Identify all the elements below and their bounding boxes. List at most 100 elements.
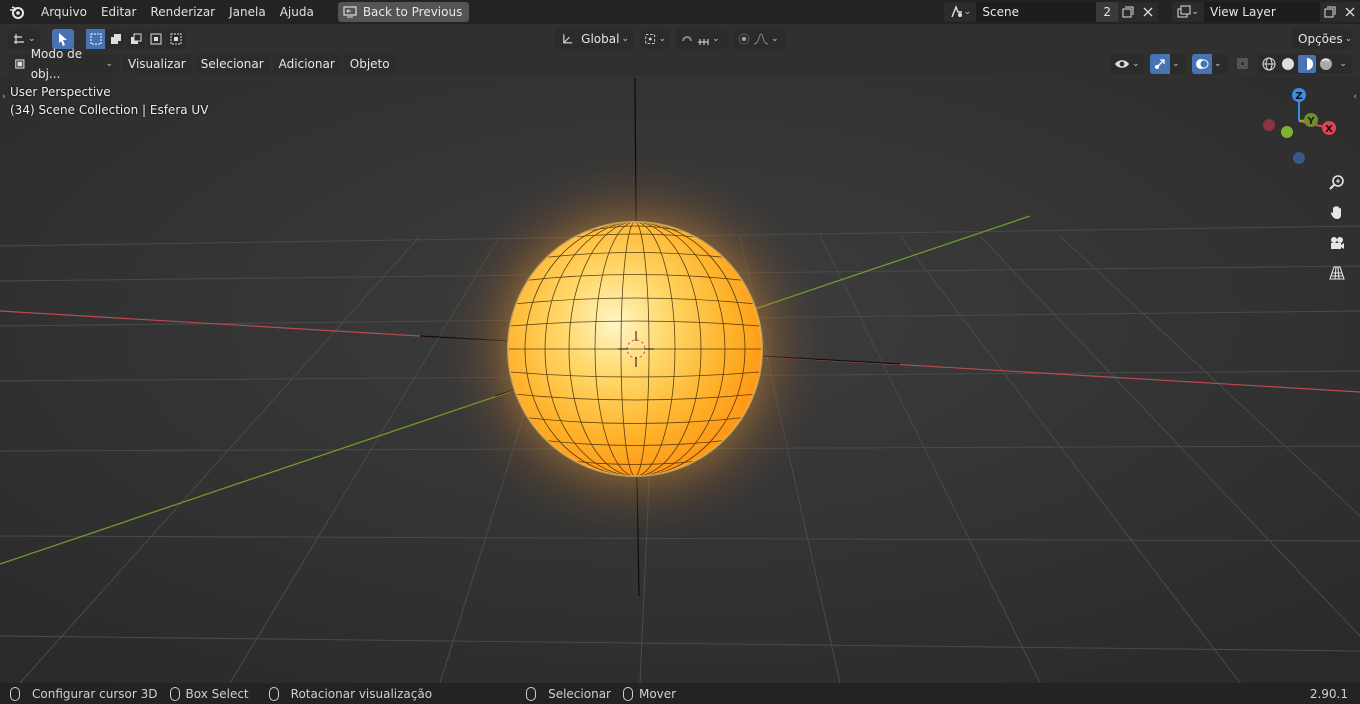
back-to-previous-label: Back to Previous [362,5,463,19]
pan-view-button[interactable] [1326,201,1348,223]
menu-adicionar[interactable]: Adicionar [272,54,341,74]
mouse-drag-icon [622,686,633,701]
tool-header: ⌄ Global ⌄ ⌄ ⌄ ⌄ Opções ⌄ [0,26,1360,52]
material-sphere-icon [1301,58,1313,70]
menu-janela[interactable]: Janela [222,0,273,24]
status-hint-label: Selecionar [548,686,611,701]
duplicate-view-layer-button[interactable] [1320,2,1340,22]
neg-z-axis-handle[interactable] [1293,152,1305,164]
options-dropdown[interactable]: Opções ⌄ [1292,29,1352,49]
interaction-mode-label: Modo de obj... [30,47,83,81]
select-extend-button[interactable] [106,29,125,49]
snap-magnet-icon[interactable] [680,32,694,46]
camera-view-button[interactable] [1326,232,1348,254]
menu-editar[interactable]: Editar [94,0,144,24]
proportional-edit-group: ⌄ [733,29,785,49]
grid-perspective-icon [1329,266,1345,280]
status-hint-label: Box Select [185,686,249,701]
select-subtract-button[interactable] [126,29,145,49]
status-hint-select: Selecionar [526,686,611,701]
rendered-sphere-icon [1320,58,1332,70]
zoom-view-button[interactable] [1326,171,1348,193]
chevron-down-icon[interactable]: ⌄ [1336,59,1350,69]
view-layer-browse-button[interactable]: ⌄ [1172,2,1204,22]
viewport-header: Modo de obj... ⌄ Visualizar Selecionar A… [0,47,1360,81]
menu-visualizar[interactable]: Visualizar [122,54,192,74]
z-axis-handle[interactable]: Z [1292,88,1306,102]
select-intersect-button[interactable] [166,29,185,49]
3d-viewport-icon [14,34,24,44]
mouse-drag-icon [169,686,180,701]
wireframe-shading-button[interactable] [1260,55,1278,73]
pivot-point-icon [645,34,656,44]
version-label: 2.90.1 [1309,686,1348,701]
toggle-perspective-button[interactable] [1326,262,1348,284]
menu-renderizar[interactable]: Renderizar [143,0,222,24]
selection-mode-group [86,29,185,49]
chevron-down-icon: ⌄ [658,34,666,44]
sidebar-expand-icon[interactable]: ‹ [1353,92,1357,102]
menu-selecionar[interactable]: Selecionar [194,54,270,74]
shading-mode-group: ⌄ [1258,54,1352,74]
toolbar-expand-icon[interactable]: › [2,92,6,102]
interaction-mode-dropdown[interactable]: Modo de obj... ⌄ [9,47,119,81]
neg-y-axis-handle[interactable] [1281,126,1293,138]
chevron-down-icon: ⌄ [1344,34,1353,44]
pivot-point-dropdown[interactable]: ⌄ [640,29,670,49]
viewport-canvas[interactable] [0,76,1360,683]
toggle-gizmos-button[interactable] [1150,54,1170,74]
transform-orientation-dropdown[interactable]: Global ⌄ [555,29,633,49]
duplicate-icon [1324,6,1336,18]
menu-objeto[interactable]: Objeto [343,54,396,74]
y-axis-handle[interactable]: Y [1304,113,1318,127]
scene-area: ⌄ Scene 2 ⌄ View Layer [944,2,1360,22]
solid-sphere-icon [1282,58,1294,70]
svg-text:Z: Z [1295,91,1302,102]
snap-increment-icon[interactable] [696,32,710,46]
proportional-edit-icon[interactable] [737,32,751,46]
visibility-dropdown[interactable]: ⌄ [1110,54,1144,74]
menu-arquivo[interactable]: Arquivo [34,0,94,24]
status-hint-label: Mover [638,686,677,701]
orientation-global-icon [563,34,573,44]
toggle-overlays-button[interactable] [1192,54,1212,74]
material-preview-shading-button[interactable] [1298,55,1316,73]
uv-sphere[interactable] [507,221,763,477]
status-hint-rotate-view: Rotacionar visualização [268,686,433,701]
solid-shading-button[interactable] [1279,55,1297,73]
scene-name-field[interactable]: Scene [976,2,1097,22]
chevron-down-icon: ⌄ [712,34,720,44]
status-hint-label: Rotacionar visualização [290,686,433,701]
scene-collection-label: (34) Scene Collection | Esfera UV [10,103,209,117]
screen-back-icon [343,6,357,18]
delete-scene-button[interactable] [1138,2,1158,22]
status-hint-box-select: Box Select [169,686,249,701]
close-icon [1345,7,1355,17]
mouse-left-icon [10,686,20,701]
hand-icon [1330,206,1341,219]
delete-view-layer-button[interactable] [1340,2,1360,22]
back-to-previous-button[interactable]: Back to Previous [337,2,470,22]
scene-users-count[interactable]: 2 [1096,2,1118,22]
select-difference-button[interactable] [146,29,165,49]
xray-toggle-button[interactable] [1234,55,1252,73]
blender-logo-icon[interactable] [0,0,34,24]
chevron-down-icon: ⌄ [771,34,779,44]
3d-viewport[interactable]: User Perspective (34) Scene Collection |… [0,76,1360,683]
falloff-curve-icon[interactable] [753,32,769,46]
scene-icon [950,5,962,18]
scene-browse-button[interactable]: ⌄ [944,2,977,22]
neg-x-axis-handle[interactable] [1263,119,1275,131]
rendered-shading-button[interactable] [1317,55,1335,73]
wireframe-sphere-icon [1262,57,1276,71]
duplicate-icon [1122,6,1134,18]
object-mode-icon [15,59,25,69]
status-bar: Configurar cursor 3D Box Select Rotacion… [0,683,1360,704]
view-layer-icon [1177,5,1191,18]
duplicate-scene-button[interactable] [1118,2,1138,22]
view-layer-name-field[interactable]: View Layer [1204,2,1320,22]
menu-ajuda[interactable]: Ajuda [273,0,321,24]
mouse-middle-icon [268,686,279,701]
x-axis-handle[interactable]: X [1322,121,1336,135]
navigation-gizmo[interactable]: Y Z X [1260,84,1350,174]
